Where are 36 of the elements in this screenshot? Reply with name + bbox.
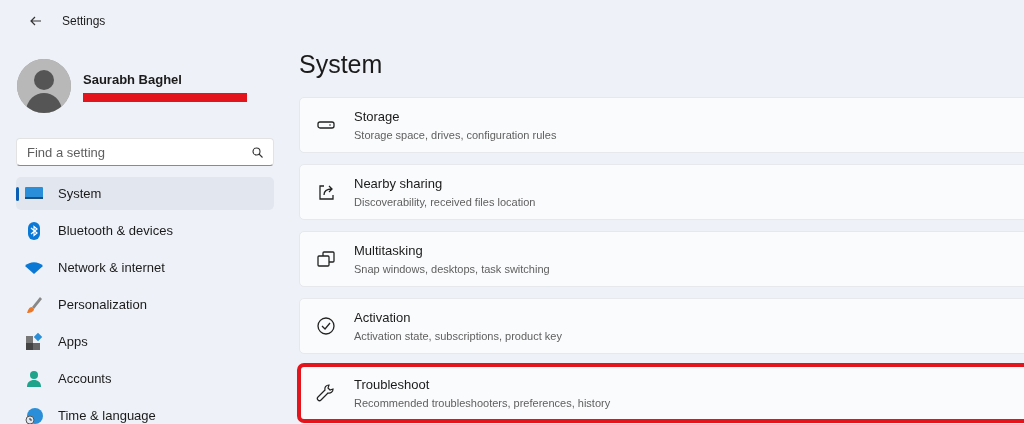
setting-description: Snap windows, desktops, task switching xyxy=(354,261,550,277)
setting-description: Activation state, subscriptions, product key xyxy=(354,328,562,344)
settings-card[interactable]: Nearby sharing Discoverability, received files location xyxy=(299,164,1024,220)
wrench-icon xyxy=(316,383,336,403)
setting-description: Recommended troubleshooters, preferences, history xyxy=(354,395,611,411)
page-title: System xyxy=(299,49,384,80)
back-arrow-icon[interactable] xyxy=(30,16,42,26)
sidebar-item[interactable]: Network & internet xyxy=(16,251,274,284)
settings-card[interactable]: Activation Activation state, subscriptions, product key xyxy=(299,298,1024,354)
setting-title: Multitasking xyxy=(354,242,424,260)
settings-card[interactable]: Storage Storage space, drives, configuration rules xyxy=(299,97,1024,153)
paintbrush-icon xyxy=(24,294,44,315)
sidebar-item[interactable]: Time & language xyxy=(16,399,274,424)
sidebar-item[interactable]: Bluetooth & devices xyxy=(16,214,274,247)
profile-name: Saurabh Baghel xyxy=(83,71,183,90)
windows-icon xyxy=(316,249,336,269)
sidebar-item[interactable]: System xyxy=(16,177,274,210)
setting-title: Troubleshoot xyxy=(354,376,431,394)
setting-title: Storage xyxy=(354,108,401,126)
sidebar-item[interactable]: Personalization xyxy=(16,288,274,321)
setting-title: Activation xyxy=(354,309,412,327)
setting-description: Discoverability, received files location xyxy=(354,194,536,210)
setting-title: Nearby sharing xyxy=(354,175,444,193)
settings-card[interactable]: Multitasking Snap windows, desktops, task switching xyxy=(299,231,1024,287)
setting-description: Storage space, drives, configuration rules xyxy=(354,127,557,143)
search-icon xyxy=(252,147,263,158)
sidebar-item[interactable]: Accounts xyxy=(16,362,274,395)
person-icon xyxy=(24,368,44,389)
share-icon xyxy=(316,182,336,202)
window-title: Settings xyxy=(62,13,106,30)
avatar-placeholder xyxy=(17,59,71,113)
apps-icon xyxy=(24,331,44,352)
search-field[interactable]: Find a setting xyxy=(16,138,274,166)
checkmark-icon xyxy=(316,316,336,336)
settings-card[interactable]: Troubleshoot Recommended troubleshooters, preferences, history xyxy=(299,365,1024,421)
sidebar-item[interactable]: Apps xyxy=(16,325,274,358)
